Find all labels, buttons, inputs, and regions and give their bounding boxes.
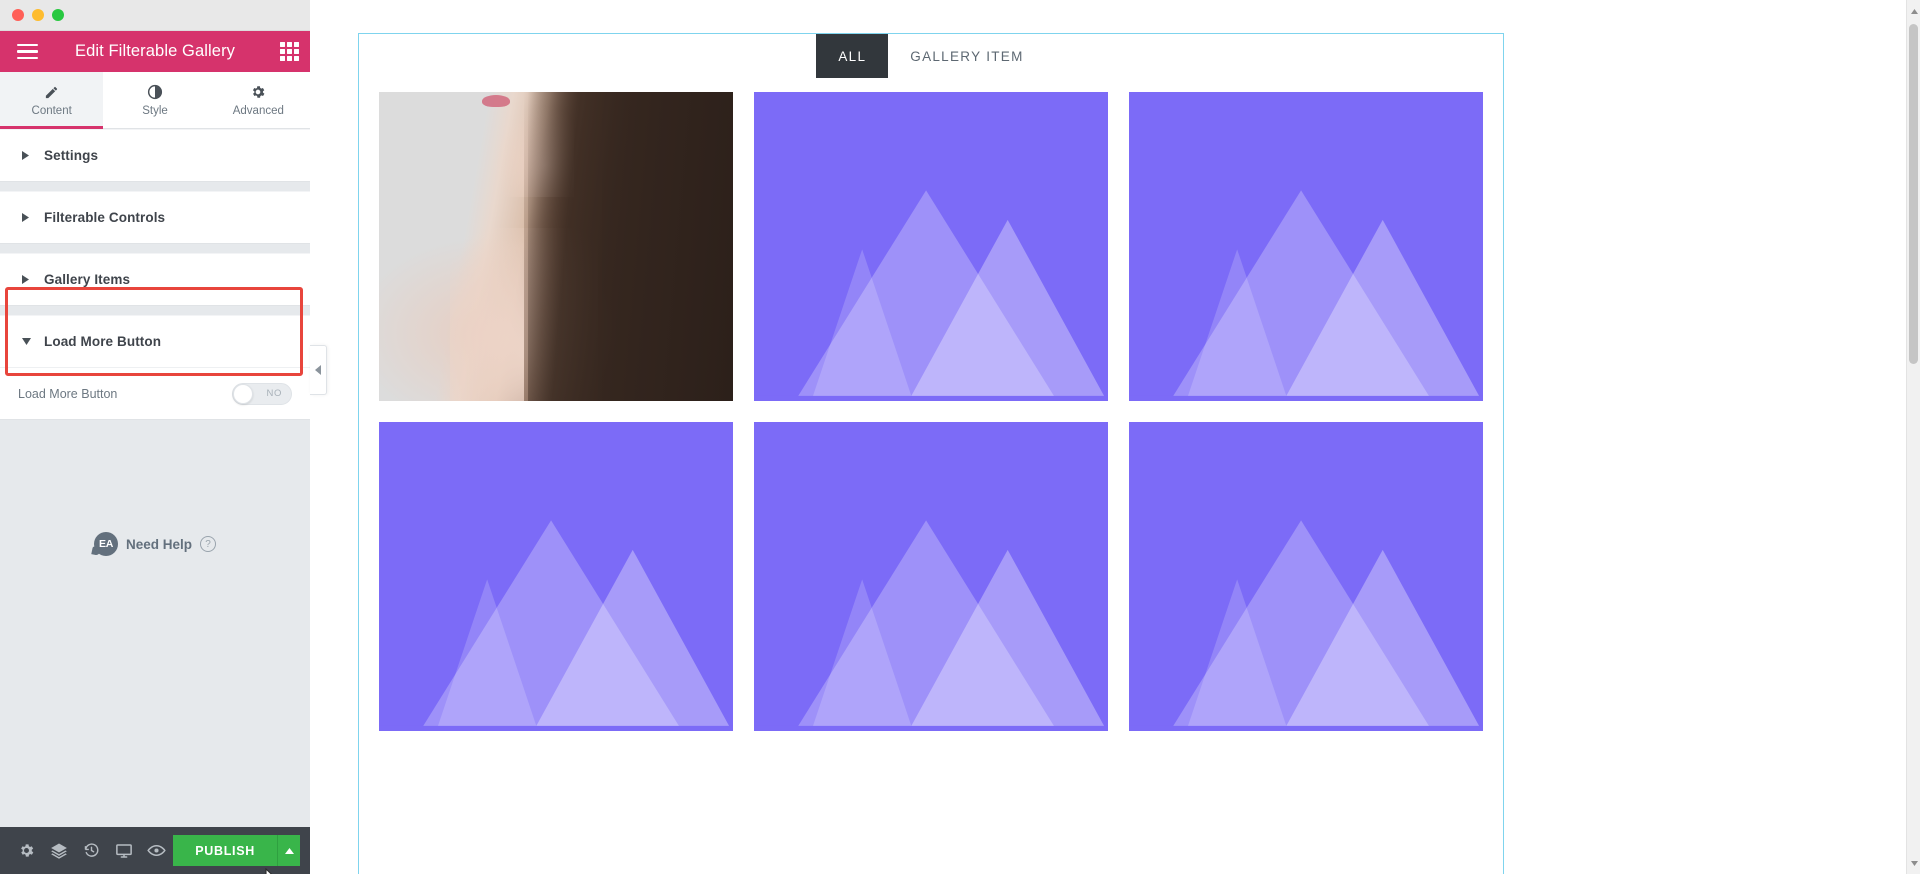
chevron-down-icon: [22, 338, 32, 345]
gallery-item-6[interactable]: [1129, 422, 1483, 731]
section-settings-label: Settings: [44, 148, 99, 163]
photo-highlight: [481, 95, 510, 108]
canvas-scrollbar-thumb[interactable]: [1909, 24, 1918, 364]
window-close-button[interactable]: [12, 9, 24, 21]
app-root: Edit Filterable Gallery Content Style Ad…: [0, 0, 1920, 874]
navigator-layers-icon[interactable]: [43, 827, 76, 874]
mouse-cursor: [265, 868, 273, 874]
section-load-more-button-label: Load More Button: [44, 334, 162, 349]
mountains-placeholder-icon: [754, 92, 1108, 396]
widgets-grid-icon[interactable]: [280, 42, 299, 61]
gallery-item-4[interactable]: [379, 422, 733, 731]
gallery-grid: [359, 78, 1503, 731]
need-help-link[interactable]: EA Need Help ?: [0, 532, 310, 556]
section-load-more-button-header[interactable]: Load More Button: [0, 316, 310, 367]
ea-badge-text: EA: [98, 538, 113, 550]
section-divider: [0, 244, 310, 253]
gallery-item-1[interactable]: [379, 92, 733, 401]
history-clock-icon[interactable]: [75, 827, 108, 874]
load-more-button-control-label: Load More Button: [18, 386, 118, 401]
window-minimize-button[interactable]: [32, 9, 44, 21]
section-load-more-button[interactable]: Load More Button Load More Button NO: [0, 315, 310, 420]
toggle-state-label: NO: [266, 388, 282, 399]
tab-content[interactable]: Content: [0, 72, 104, 129]
essential-addons-logo: EA: [93, 532, 118, 556]
scroll-up-arrow-icon[interactable]: [1907, 4, 1920, 18]
section-filterable-controls-label: Filterable Controls: [44, 210, 166, 225]
publish-options-caret-up-icon[interactable]: [277, 835, 300, 866]
scroll-down-arrow-icon[interactable]: [1907, 856, 1920, 870]
tab-advanced-label: Advanced: [232, 104, 284, 117]
gallery-item-5[interactable]: [754, 422, 1108, 731]
chevron-right-icon: [22, 213, 32, 222]
section-gallery-items-label: Gallery Items: [44, 272, 131, 287]
elementor-editor-panel: Edit Filterable Gallery Content Style Ad…: [0, 0, 310, 874]
mountains-placeholder-icon: [754, 422, 1108, 726]
contrast-circle-icon: [147, 84, 163, 101]
panel-tabs: Content Style Advanced: [0, 72, 310, 129]
publish-group: PUBLISH: [173, 835, 300, 866]
publish-button[interactable]: PUBLISH: [173, 835, 277, 866]
section-settings[interactable]: Settings: [0, 129, 310, 182]
gallery-item-2[interactable]: [754, 92, 1108, 401]
hamburger-menu-icon[interactable]: [10, 31, 44, 72]
pencil-icon: [44, 84, 59, 101]
preview-eye-icon[interactable]: [141, 827, 174, 874]
tab-style[interactable]: Style: [103, 72, 206, 128]
gallery-item-3[interactable]: [1129, 92, 1483, 401]
gallery-photo-woman-profile: [379, 92, 733, 401]
responsive-monitor-icon[interactable]: [108, 827, 141, 874]
filterable-gallery-widget[interactable]: ALL GALLERY ITEM: [358, 33, 1504, 874]
photo-highlight: [527, 92, 733, 401]
window-maximize-button[interactable]: [52, 9, 64, 21]
tab-advanced[interactable]: Advanced: [207, 72, 310, 128]
section-filterable-controls-header[interactable]: Filterable Controls: [0, 192, 310, 243]
gear-icon: [250, 84, 266, 101]
filter-all[interactable]: ALL: [816, 34, 889, 78]
editor-canvas: ALL GALLERY ITEM: [310, 0, 1920, 874]
panel-bottom-bar: PUBLISH: [0, 827, 310, 874]
panel-sections: Settings Filterable Controls Gallery Ite…: [0, 129, 310, 420]
section-divider: [0, 182, 310, 191]
section-gallery-items[interactable]: Gallery Items: [0, 253, 310, 306]
section-divider: [0, 306, 310, 315]
section-filterable-controls[interactable]: Filterable Controls: [0, 191, 310, 244]
mountains-placeholder-icon: [379, 422, 733, 726]
chevron-right-icon: [22, 275, 32, 284]
panel-header: Edit Filterable Gallery: [0, 31, 310, 72]
tab-content-label: Content: [31, 104, 72, 117]
filter-gallery-item[interactable]: GALLERY ITEM: [888, 34, 1045, 78]
tab-style-label: Style: [142, 104, 168, 117]
panel-title: Edit Filterable Gallery: [74, 42, 236, 60]
section-gallery-items-header[interactable]: Gallery Items: [0, 254, 310, 305]
chevron-right-icon: [22, 151, 32, 160]
window-titlebar: [0, 0, 310, 31]
panel-collapse-handle[interactable]: [310, 345, 327, 395]
toggle-knob: [233, 383, 253, 404]
panel-empty-area: EA Need Help ?: [0, 420, 310, 874]
section-settings-header[interactable]: Settings: [0, 130, 310, 181]
section-load-more-button-body: Load More Button NO: [0, 367, 310, 419]
load-more-button-toggle[interactable]: NO: [232, 382, 292, 405]
need-help-label: Need Help: [125, 536, 193, 552]
question-mark-circle-icon[interactable]: ?: [200, 536, 217, 552]
load-more-button-control-row: Load More Button NO: [0, 368, 310, 419]
gallery-filter-controls: ALL GALLERY ITEM: [359, 34, 1503, 78]
mountains-placeholder-icon: [1129, 422, 1483, 726]
mountains-placeholder-icon: [1129, 92, 1483, 396]
canvas-scrollbar[interactable]: [1906, 0, 1920, 874]
settings-gear-icon[interactable]: [10, 827, 43, 874]
